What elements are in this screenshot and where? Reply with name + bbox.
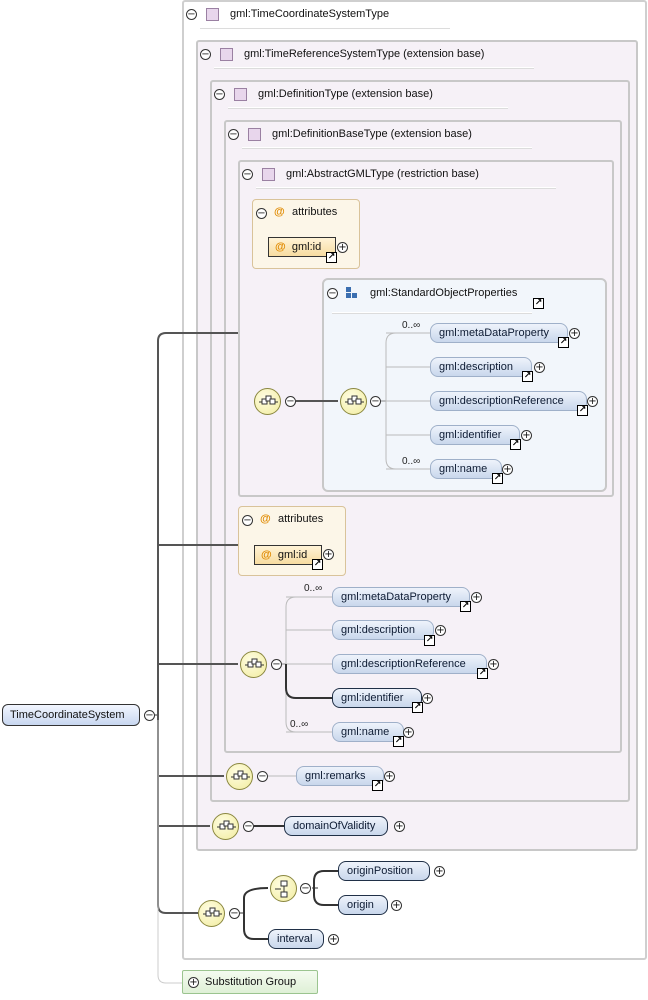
element-meta-data-property[interactable]: gml:metaDataProperty: [332, 587, 470, 607]
link-arrow-icon[interactable]: ↗: [510, 439, 521, 450]
occurrence-label: 0..∞: [402, 456, 421, 467]
expand-icon[interactable]: +: [471, 592, 482, 603]
link-arrow-icon[interactable]: ↗: [558, 337, 569, 348]
element-description[interactable]: gml:description: [332, 620, 434, 640]
connector-lines: [150, 332, 430, 984]
sequence-compositor-icon[interactable]: [198, 900, 225, 927]
sequence-compositor-icon[interactable]: [212, 813, 239, 840]
expand-icon[interactable]: +: [434, 866, 445, 877]
expand-icon[interactable]: +: [502, 464, 513, 475]
link-arrow-icon[interactable]: ↗: [424, 635, 435, 646]
substitution-group-box[interactable]: Substitution Group: [182, 970, 318, 994]
sequence-compositor-icon[interactable]: [240, 651, 267, 678]
expand-icon[interactable]: +: [328, 934, 339, 945]
element-description[interactable]: gml:description: [430, 357, 532, 377]
expand-icon[interactable]: +: [435, 625, 446, 636]
element-description-reference[interactable]: gml:descriptionReference: [430, 391, 587, 411]
collapse-toggle[interactable]: −: [144, 710, 155, 721]
link-arrow-icon[interactable]: ↗: [577, 405, 588, 416]
expand-icon[interactable]: +: [188, 977, 199, 988]
expand-icon[interactable]: +: [391, 900, 402, 911]
root-element-time-coordinate-system[interactable]: TimeCoordinateSystem: [2, 704, 140, 726]
link-arrow-icon[interactable]: ↗: [372, 780, 383, 791]
collapse-toggle[interactable]: −: [257, 771, 268, 782]
expand-icon[interactable]: +: [403, 727, 414, 738]
link-arrow-icon[interactable]: ↗: [412, 702, 423, 713]
occurrence-label: 0..∞: [304, 583, 323, 594]
occurrence-label: 0..∞: [290, 719, 309, 730]
element-origin[interactable]: origin: [338, 895, 388, 915]
collapse-toggle[interactable]: −: [285, 396, 296, 407]
element-origin-position[interactable]: originPosition: [338, 861, 430, 881]
element-identifier[interactable]: gml:identifier: [332, 688, 422, 708]
collapse-toggle[interactable]: −: [271, 659, 282, 670]
collapse-toggle[interactable]: −: [370, 396, 381, 407]
sequence-compositor-icon[interactable]: [226, 763, 253, 790]
substitution-group-label: Substitution Group: [205, 976, 297, 988]
collapse-toggle[interactable]: −: [243, 821, 254, 832]
choice-compositor-icon[interactable]: [270, 875, 297, 902]
element-interval[interactable]: interval: [268, 929, 324, 949]
sequence-compositor-icon[interactable]: [254, 388, 281, 415]
element-remarks[interactable]: gml:remarks: [296, 766, 384, 786]
expand-icon[interactable]: +: [394, 821, 405, 832]
link-arrow-icon[interactable]: ↗: [477, 668, 488, 679]
link-arrow-icon[interactable]: ↗: [492, 473, 503, 484]
expand-icon[interactable]: +: [587, 396, 598, 407]
expand-icon[interactable]: +: [534, 362, 545, 373]
sequence-compositor-icon[interactable]: [340, 388, 367, 415]
link-arrow-icon[interactable]: ↗: [460, 601, 471, 612]
expand-icon[interactable]: +: [569, 328, 580, 339]
element-meta-data-property[interactable]: gml:metaDataProperty: [430, 323, 568, 343]
collapse-toggle[interactable]: −: [300, 883, 311, 894]
expand-icon[interactable]: +: [422, 693, 433, 704]
link-arrow-icon[interactable]: ↗: [522, 371, 533, 382]
element-description-reference[interactable]: gml:descriptionReference: [332, 654, 487, 674]
expand-icon[interactable]: +: [384, 771, 395, 782]
link-arrow-icon[interactable]: ↗: [393, 736, 404, 747]
element-identifier[interactable]: gml:identifier: [430, 425, 520, 445]
expand-icon[interactable]: +: [488, 659, 499, 670]
occurrence-label: 0..∞: [402, 320, 421, 331]
element-domain-of-validity[interactable]: domainOfValidity: [284, 816, 388, 836]
expand-icon[interactable]: +: [521, 430, 532, 441]
collapse-toggle[interactable]: −: [229, 908, 240, 919]
